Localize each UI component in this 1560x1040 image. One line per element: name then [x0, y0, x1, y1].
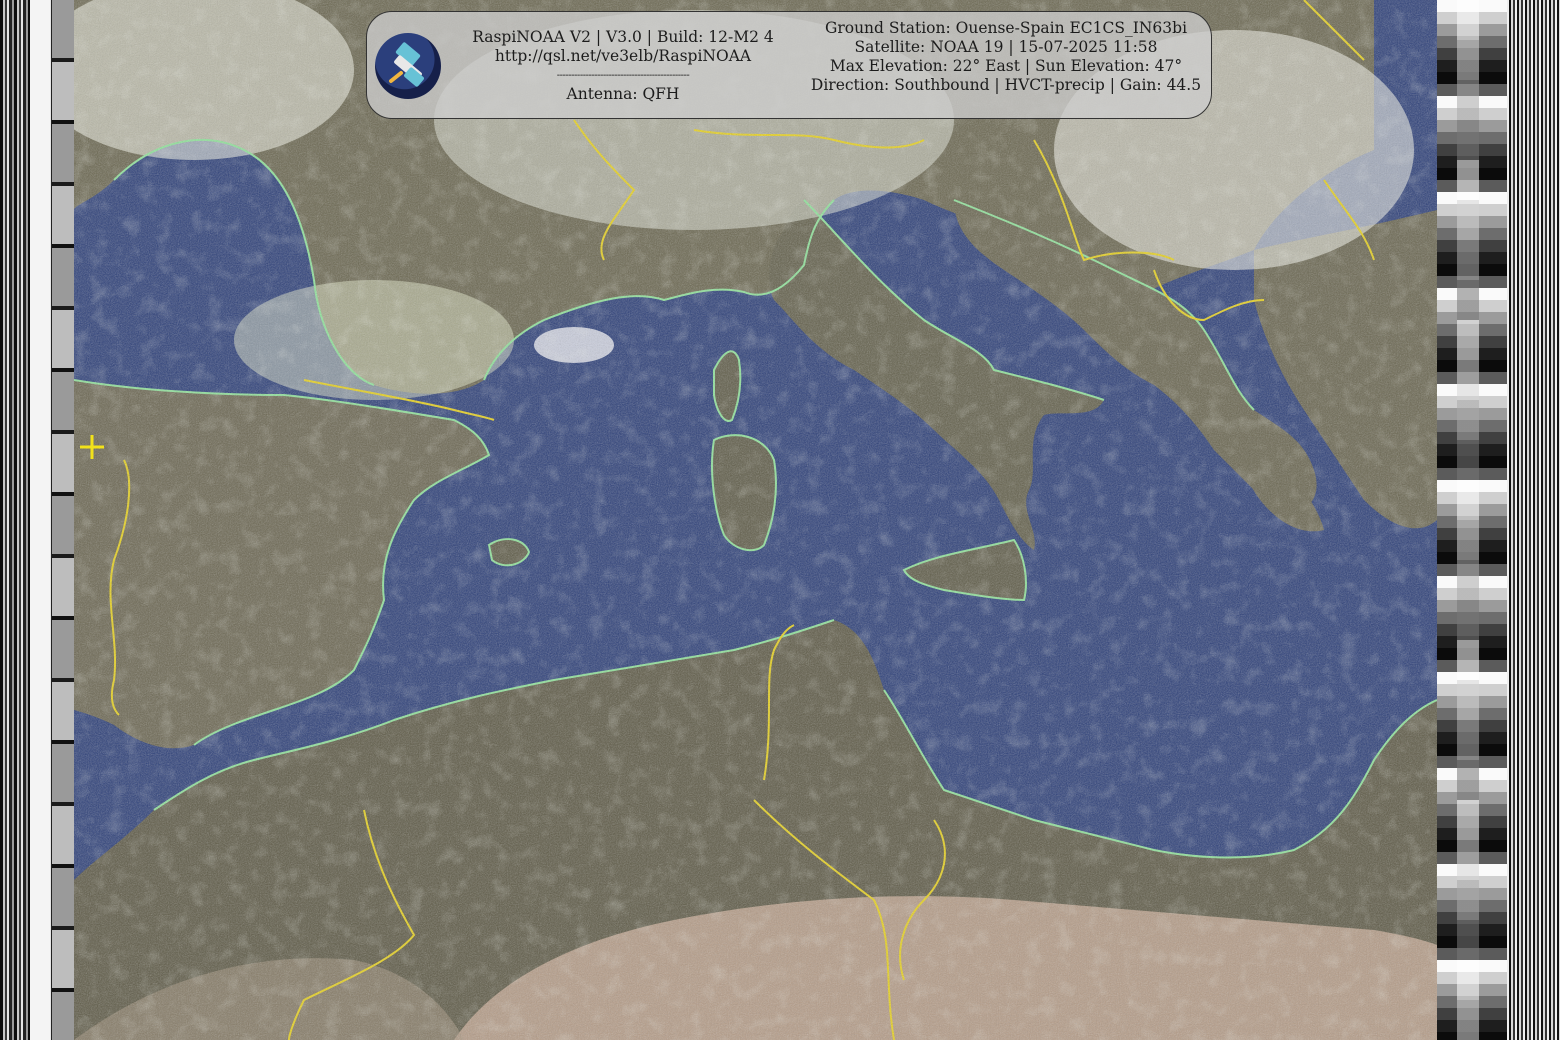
panel-left-column: RaspiNOAA V2 | V3.0 | Build: 12-M2 4 htt… [457, 28, 789, 104]
ground-station-line: Ground Station: Ouense-Spain EC1CS_IN63b… [824, 19, 1188, 37]
telemetry-strip-left [0, 0, 74, 1040]
noise-overlay [74, 0, 1437, 1040]
satellite-icon [375, 33, 441, 99]
direction-line: Direction: Southbound | HVCT-precip | Ga… [810, 76, 1202, 94]
antenna-line: Antenna: QFH [566, 85, 680, 103]
telemetry-strip-right [1437, 0, 1560, 1040]
divider: ----------------------------------------… [556, 70, 690, 81]
panel-right-column: Ground Station: Ouense-Spain EC1CS_IN63b… [807, 19, 1205, 95]
url-line: http://qsl.net/ve3elb/RaspiNOAA [494, 47, 752, 65]
satellite-line: Satellite: NOAA 19 | 15-07-2025 11:58 [854, 38, 1158, 56]
title-line: RaspiNOAA V2 | V3.0 | Build: 12-M2 4 [472, 28, 774, 46]
satellite-image [74, 0, 1437, 1040]
elevation-line: Max Elevation: 22° East | Sun Elevation:… [829, 57, 1183, 75]
location-marker-icon [80, 435, 104, 459]
pass-info-panel: RaspiNOAA V2 | V3.0 | Build: 12-M2 4 htt… [366, 11, 1212, 119]
